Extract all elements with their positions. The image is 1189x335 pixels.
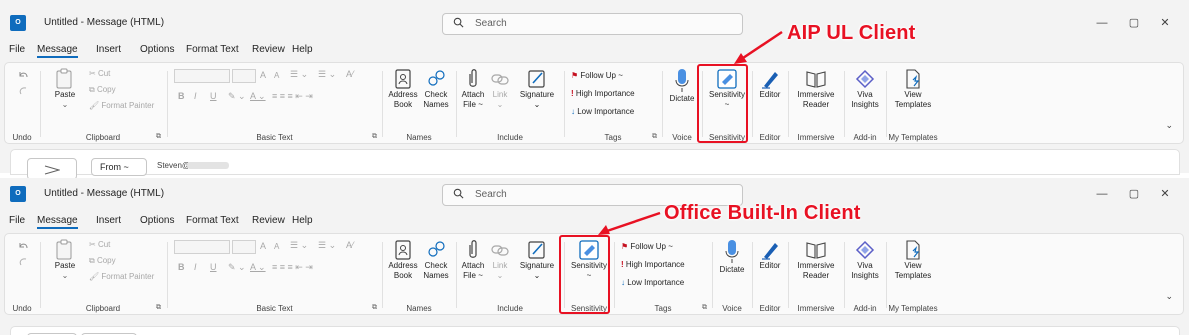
previous-window-strip bbox=[0, 0, 1189, 7]
outlook-window-aip-client: O Untitled - Message (HTML) Search — ▢ ✕… bbox=[0, 7, 1189, 180]
annotation-arrow bbox=[734, 30, 783, 64]
outlook-window-builtin-client: O Untitled - Message (HTML) Search — ▢ ✕… bbox=[0, 178, 1189, 335]
annotation-label-builtin: Office Built-In Client bbox=[664, 202, 861, 224]
annotation-label-aip: AIP UL Client bbox=[787, 22, 916, 44]
annotation-arrow bbox=[598, 211, 661, 235]
